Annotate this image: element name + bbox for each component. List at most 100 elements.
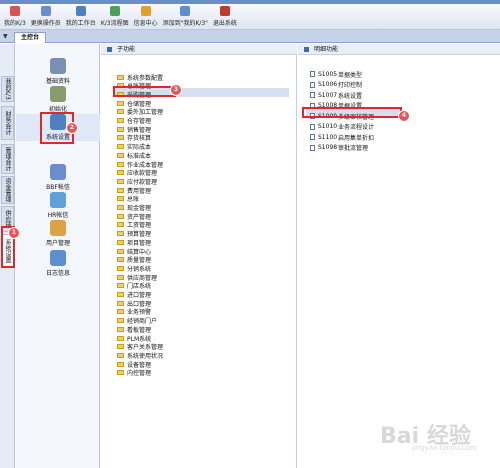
folder-icon [117, 222, 124, 228]
folder-item[interactable]: 项目管理 [117, 238, 151, 247]
folder-icon [117, 187, 124, 193]
folder-item[interactable]: 仓存管理 [117, 117, 151, 125]
folder-item[interactable]: 委外加工管理 [117, 108, 163, 116]
folder-item[interactable]: 现金管理 [117, 204, 151, 212]
folder-icon [117, 300, 124, 306]
document-icon [310, 144, 315, 151]
toolbar-button-0[interactable]: 我的K/3 [4, 4, 26, 27]
module-tab-2[interactable]: 管理会计 [1, 144, 14, 174]
folder-icon [117, 361, 124, 367]
tab-dropdown-icon[interactable]: ▼ [3, 33, 8, 40]
folder-item[interactable]: 客户关系管理 [117, 343, 163, 351]
folder-icon [117, 248, 124, 254]
toolbar-button-4[interactable]: 信息中心 [134, 4, 158, 27]
folder-item[interactable]: 出口管理 [117, 299, 151, 308]
folder-item[interactable]: 看板管理 [117, 325, 151, 334]
toolbar-button-label: K/3流程图 [100, 20, 129, 27]
module-tab-0[interactable]: 我的K/3 [1, 76, 14, 102]
folder-item[interactable]: 标准成本 [117, 151, 152, 160]
folder-item[interactable]: 结算中心 [117, 247, 151, 256]
folder-icon [117, 283, 124, 289]
function-item[interactable]: S1006 打印控制 [310, 81, 362, 89]
folder-label: 委外加工管理 [127, 109, 164, 117]
system-item-1[interactable]: 初始化 [16, 86, 100, 113]
folder-icon [117, 239, 124, 245]
system-item-6[interactable]: 日志信息 [16, 250, 100, 277]
folder-item[interactable]: PLM系统 [117, 334, 152, 343]
folder-item[interactable]: 业务预警 [117, 308, 151, 316]
toolbar-button-label: 信息中心 [133, 20, 158, 27]
folder-icon [117, 126, 124, 132]
module-tab-1[interactable]: 财务会计 [1, 106, 14, 140]
folder-item[interactable]: 总账 [117, 195, 139, 203]
folder-item[interactable]: 实际成本 [117, 143, 151, 151]
toolbar-button-label: 我的工作台 [65, 20, 96, 27]
folder-item[interactable]: 应收款管理 [117, 169, 157, 177]
folder-item[interactable]: 经销商门户 [117, 317, 157, 325]
folder-icon [117, 352, 124, 358]
folder-icon [117, 74, 124, 80]
system-item-3[interactable]: BBF帐信 [16, 164, 100, 191]
folder-icon [117, 344, 124, 350]
folder-label: 标准成本 [127, 152, 152, 160]
add-favorite-icon [180, 6, 191, 16]
system-item-label: 日志信息 [45, 270, 70, 277]
folder-item[interactable]: 进口管理 [117, 291, 151, 299]
module-tab-3[interactable]: 资金管理 [1, 176, 14, 204]
folder-label: 实际成本 [127, 144, 152, 152]
system-item-4[interactable]: HR帐信 [16, 192, 100, 219]
folder-label: PLM系统 [127, 335, 152, 343]
system-item-label: 用户管理 [45, 240, 70, 247]
folder-item[interactable]: 内控管理 [117, 369, 151, 377]
function-item[interactable]: S1098 审批流管理 [310, 144, 368, 152]
folder-item[interactable]: 供应商管理 [117, 273, 157, 282]
toolbar-button-label: 我的K/3 [4, 20, 26, 27]
folder-label: 存货核算 [127, 135, 152, 143]
folder-item[interactable]: 仓储管理 [117, 99, 152, 108]
function-item[interactable]: S1007 系统设置 [310, 91, 362, 100]
folder-label: 门店系统 [127, 283, 152, 291]
folder-item[interactable]: 资产管理 [117, 212, 151, 221]
toolbar-button-label: 退出系统 [212, 20, 237, 27]
header-marker-icon [304, 47, 309, 52]
folder-item[interactable]: 费用管理 [117, 186, 151, 195]
system-item-5[interactable]: 用户管理 [16, 220, 100, 247]
step-badge-4: 4 [398, 110, 410, 122]
folder-item[interactable]: 设备管理 [117, 360, 151, 369]
folder-label: 销售管理 [127, 126, 152, 134]
folder-item[interactable]: 工资管理 [117, 221, 151, 229]
system-item-0[interactable]: 基础资料 [16, 58, 100, 85]
folder-item[interactable]: 预算管理 [117, 230, 151, 238]
tab-bar: ▼ 主控台 [0, 30, 500, 43]
tab-main-console[interactable]: 主控台 [14, 32, 47, 43]
toolbar-button-2[interactable]: 我的工作台 [66, 4, 96, 27]
folder-item[interactable]: 分销系统 [117, 264, 151, 273]
toolbar-button-3[interactable]: K/3流程图 [101, 4, 129, 27]
function-name: 单据类型 [338, 71, 363, 79]
folder-item[interactable]: 门店系统 [117, 282, 151, 290]
function-item[interactable]: S1010 业务流程设计 [310, 123, 374, 131]
folder-icon [117, 292, 124, 297]
toolbar-button-6[interactable]: 退出系统 [213, 4, 237, 27]
folder-item[interactable]: 应付款管理 [117, 177, 158, 186]
subfunction-header: 子功能 [101, 44, 297, 55]
header-marker-icon [107, 47, 112, 52]
folder-label: 仓储管理 [127, 100, 152, 108]
toolbar-button-1[interactable]: 更换操作员 [31, 4, 61, 27]
folder-item[interactable]: 质量管理 [117, 256, 151, 264]
toolbar-button-5[interactable]: 添加到"我的K/3" [163, 4, 208, 27]
home-icon [9, 6, 20, 16]
function-code: S1007 [318, 91, 338, 99]
folder-item[interactable]: 系统使用状况 [117, 351, 163, 360]
folder-icon [117, 309, 124, 315]
folder-item[interactable]: 系统参数配置 [117, 73, 164, 82]
function-item[interactable]: S1005 单据类型 [310, 70, 363, 79]
folder-label: 系统参数配置 [127, 74, 164, 82]
folder-item[interactable]: 销售管理 [117, 125, 152, 134]
folder-label: 应付款管理 [127, 178, 158, 186]
folder-item[interactable]: 作业成本管理 [117, 160, 163, 169]
function-item[interactable]: S1100 启用集单折扣 [310, 133, 374, 142]
folder-item[interactable]: 存货核算 [117, 134, 151, 142]
folder-icon [117, 178, 124, 184]
exit-icon [219, 6, 230, 16]
